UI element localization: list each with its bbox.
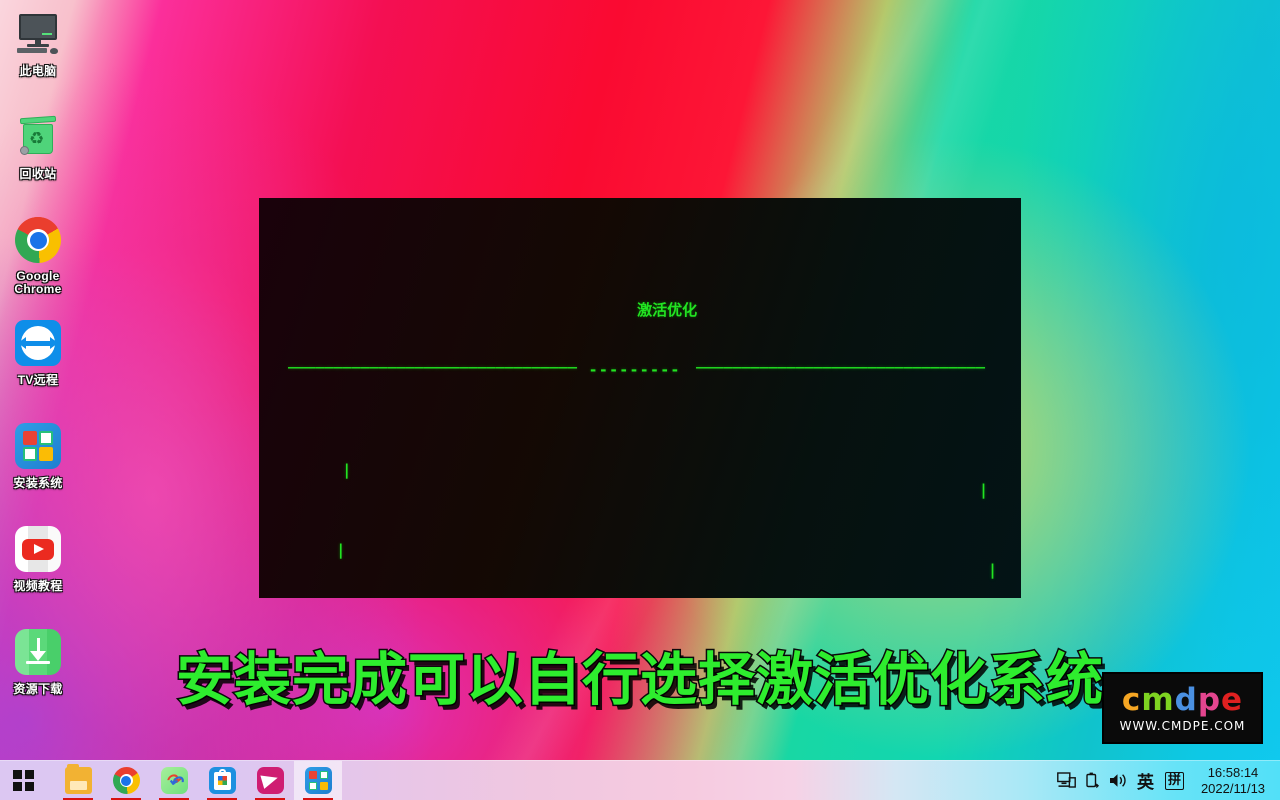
youtube-icon	[14, 525, 62, 573]
windows-logo-icon	[12, 770, 34, 791]
desktop-icon-label: 回收站	[19, 167, 57, 181]
sync-icon: ↷ ↶	[160, 767, 188, 794]
cmdpe-wordmark: cmdpe	[1122, 684, 1243, 716]
desktop-icon-video-tutorial[interactable]: 视频教程	[0, 519, 76, 619]
taskbar-item-install-system[interactable]	[294, 760, 342, 800]
console-border-row: | |	[259, 440, 1021, 499]
start-button[interactable]	[0, 761, 46, 800]
banner-text: 安装完成可以自行选择激活优化系统	[175, 647, 1105, 714]
console-rule-right: ________________________________	[696, 351, 985, 369]
console-rule-left: ________________________________	[288, 351, 577, 369]
network-icon[interactable]	[1054, 761, 1080, 800]
console-border-row: | |	[259, 520, 1021, 579]
taskbar-item-chrome[interactable]	[102, 761, 150, 800]
desktop-icon-label: 视频教程	[13, 579, 63, 593]
system-tray: 英 拼 16:58:14 2022/11/13	[1054, 761, 1280, 800]
cmdpe-logo: cmdpe WWW.CMDPE.COM	[1104, 674, 1261, 742]
console-title: 激活优化	[637, 301, 698, 319]
install-system-icon	[14, 422, 62, 470]
desktop-icon-label: TV远程	[17, 373, 59, 387]
ime-mode-indicator[interactable]: 拼	[1164, 771, 1184, 790]
chrome-icon	[14, 216, 62, 264]
clock-date: 2022/11/13	[1200, 780, 1266, 796]
clock-time: 16:58:14	[1207, 764, 1259, 780]
desktop-icon-label: 此电脑	[19, 64, 57, 78]
console-title-underline: ---------	[590, 361, 683, 379]
taskbar[interactable]: ↷ ↶ 英 拼 16:58:14 2022/11/13	[0, 760, 1280, 800]
clock[interactable]: 16:58:14 2022/11/13	[1190, 765, 1272, 797]
logo-letter-d: d	[1174, 681, 1198, 718]
desktop-icon-label: Google Chrome	[14, 269, 62, 296]
ime-language-indicator[interactable]: 英	[1132, 768, 1159, 793]
console-border-left: |	[336, 541, 346, 559]
teamviewer-icon	[14, 319, 62, 367]
taskbar-item-store[interactable]	[198, 761, 246, 800]
console-title-row: 激活优化	[259, 280, 1021, 319]
desktop-icon-teamviewer[interactable]: TV远程	[0, 313, 76, 413]
send-icon	[256, 767, 284, 794]
desktop-icon-install-system[interactable]: 安装系统	[0, 416, 76, 516]
desktop-icon-this-pc[interactable]: 此电脑	[0, 4, 76, 104]
console-window[interactable]: 激活优化 ________________________________ __…	[259, 198, 1021, 598]
usb-eject-icon[interactable]	[1080, 761, 1106, 800]
taskbar-item-telegram[interactable]	[246, 761, 294, 800]
recycle-bin-icon: ♻	[14, 113, 62, 161]
install-system-icon	[304, 767, 332, 794]
console-title-rule-row: ________________________________ _______…	[259, 351, 1021, 380]
console-border-left: |	[342, 461, 352, 479]
taskbar-item-file-explorer[interactable]	[54, 761, 102, 800]
desktop-icon-column: 此电脑 ♻ 回收站 Google Chrome TV远程 安装系统 视频教程 资…	[0, 4, 76, 725]
logo-letter-e: e	[1221, 681, 1244, 718]
monitor-icon	[14, 10, 62, 58]
folder-icon	[64, 764, 92, 794]
store-icon	[208, 767, 236, 794]
console-border-right: |	[987, 561, 997, 579]
volume-icon[interactable]	[1106, 761, 1132, 800]
desktop[interactable]: 此电脑 ♻ 回收站 Google Chrome TV远程 安装系统 视频教程 资…	[0, 0, 1280, 800]
console-border-right: |	[978, 481, 988, 499]
desktop-icon-recycle-bin[interactable]: ♻ 回收站	[0, 107, 76, 207]
taskbar-item-sync-tool[interactable]: ↷ ↶	[150, 761, 198, 800]
cmdpe-logo-subtitle: WWW.CMDPE.COM	[1119, 718, 1246, 733]
desktop-icon-google-chrome[interactable]: Google Chrome	[0, 210, 76, 310]
logo-letter-m: m	[1141, 681, 1175, 718]
desktop-icon-label: 安装系统	[13, 476, 63, 490]
chrome-icon	[112, 767, 140, 794]
taskbar-app-buttons: ↷ ↶	[54, 760, 342, 800]
logo-letter-c: c	[1121, 681, 1142, 718]
logo-letter-p: p	[1197, 681, 1222, 718]
